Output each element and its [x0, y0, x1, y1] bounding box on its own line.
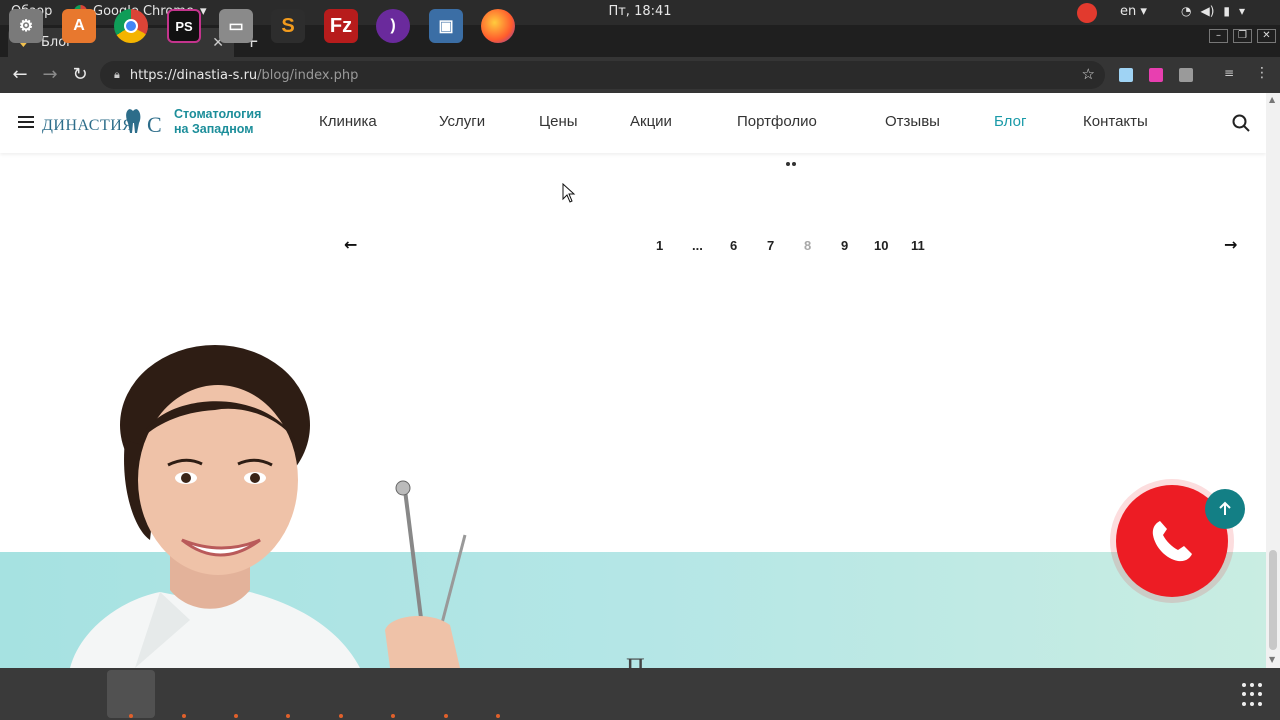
- arrow-up-icon: [1219, 501, 1231, 515]
- url-host: https://dinastia-s.ru: [129, 67, 258, 83]
- address-bar[interactable]: 🔒︎ https://dinastia-s.ru/blog/index.php …: [100, 61, 1105, 89]
- running-indicator: [444, 714, 448, 718]
- taskbar-dock: [0, 668, 1280, 720]
- kebab-menu-icon[interactable]: ⋮: [1255, 65, 1269, 81]
- language-indicator[interactable]: en ▾: [1120, 4, 1147, 19]
- chrome-icon[interactable]: [114, 9, 148, 43]
- lock-icon[interactable]: 🔒︎: [114, 68, 120, 82]
- show-applications-icon[interactable]: [1242, 683, 1266, 707]
- nav-item-services[interactable]: Услуги: [439, 113, 485, 130]
- page-ellipsis: ...: [692, 238, 703, 253]
- page-link[interactable]: 7: [767, 238, 774, 253]
- language-label: en: [1120, 4, 1137, 19]
- nav-item-promotions[interactable]: Акции: [630, 113, 672, 130]
- page-current: 8: [804, 238, 812, 253]
- logo-tagline-line-1: Стоматология: [174, 107, 262, 121]
- extension-icon[interactable]: [1179, 68, 1193, 82]
- page-link[interactable]: 10: [874, 238, 888, 253]
- running-indicator: [286, 714, 290, 718]
- extension-icon[interactable]: [1149, 68, 1163, 82]
- volume-icon: ◀): [1200, 4, 1215, 18]
- extension-menu-icon[interactable]: ≡: [1224, 66, 1238, 80]
- nav-item-portfolio[interactable]: Портфолио: [737, 113, 817, 130]
- back-icon[interactable]: ←: [9, 64, 31, 85]
- virtualbox-icon[interactable]: ▣: [429, 9, 463, 43]
- settings-icon[interactable]: ⚙: [9, 9, 43, 43]
- forward-icon[interactable]: →: [39, 64, 61, 85]
- page-link[interactable]: 1: [656, 238, 663, 253]
- running-indicator: [496, 714, 500, 718]
- software-center-icon[interactable]: A: [62, 9, 96, 43]
- firefox-icon[interactable]: [481, 9, 515, 43]
- reload-icon[interactable]: ↻: [69, 64, 91, 85]
- page-link[interactable]: 6: [730, 238, 737, 253]
- sublime-text-icon[interactable]: S: [271, 9, 305, 43]
- scroll-to-top-button[interactable]: [1205, 489, 1245, 529]
- nav-item-prices[interactable]: Цены: [539, 113, 578, 130]
- bookmark-star-icon[interactable]: ☆: [1082, 65, 1095, 83]
- logo-tagline-line-2: на Западном: [174, 122, 254, 136]
- scrollbar-thumb[interactable]: [1269, 550, 1277, 650]
- page-link[interactable]: 11: [911, 238, 925, 253]
- running-indicator: [339, 714, 343, 718]
- browser-toolbar: ← → ↻ 🔒︎ https://dinastia-s.ru/blog/inde…: [0, 57, 1280, 93]
- logo-tagline[interactable]: Стоматология на Западном: [174, 107, 261, 137]
- scroll-up-arrow-icon[interactable]: ▲: [1269, 95, 1275, 104]
- minimize-window-icon[interactable]: –: [1209, 29, 1228, 43]
- file-manager-icon[interactable]: ▭: [219, 9, 253, 43]
- nav-item-blog[interactable]: Блог: [994, 113, 1026, 130]
- prev-page-arrow-icon[interactable]: ←: [344, 235, 357, 254]
- restore-window-icon[interactable]: ❐: [1233, 29, 1252, 43]
- phpstorm-icon[interactable]: PS: [167, 9, 201, 43]
- tor-browser-icon[interactable]: ): [376, 9, 410, 43]
- running-indicator: [391, 714, 395, 718]
- wifi-icon: ◔: [1181, 4, 1192, 18]
- battery-icon: ▮: [1223, 4, 1231, 18]
- close-window-icon[interactable]: ✕: [1257, 29, 1276, 43]
- running-indicator: [129, 714, 133, 718]
- page-link[interactable]: 9: [841, 238, 848, 253]
- scroll-down-arrow-icon[interactable]: ▼: [1269, 655, 1275, 664]
- banner-heading-fragment: П: [626, 655, 656, 669]
- running-indicator: [182, 714, 186, 718]
- system-tray[interactable]: ◔ ◀) ▮ ▾: [1181, 4, 1245, 18]
- nav-item-contacts[interactable]: Контакты: [1083, 113, 1148, 130]
- dentist-photo: [70, 345, 467, 668]
- running-indicator: [234, 714, 238, 718]
- caret-down-icon: ▾: [1239, 4, 1246, 18]
- dock-active-highlight: [107, 670, 155, 718]
- record-indicator-icon[interactable]: [1077, 3, 1097, 23]
- filezilla-icon[interactable]: Fz: [324, 9, 358, 43]
- slider-dots: [786, 151, 798, 170]
- nav-item-reviews[interactable]: Отзывы: [885, 113, 940, 130]
- url-path: /blog/index.php: [257, 67, 359, 83]
- extension-icon[interactable]: [1119, 68, 1133, 82]
- logo-name[interactable]: ДИНАСТИЯ: [42, 117, 133, 135]
- phone-icon: [1152, 521, 1192, 562]
- logo-letter: C: [147, 112, 162, 137]
- page-scrollbar[interactable]: ▲ ▼: [1266, 93, 1280, 668]
- nav-item-clinic[interactable]: Клиника: [319, 113, 377, 130]
- search-icon[interactable]: [1232, 114, 1250, 132]
- site-header: ДИНАСТИЯ C Стоматология на Западном Клин…: [0, 93, 1266, 153]
- mouse-pointer-icon: [562, 183, 576, 203]
- next-page-arrow-icon[interactable]: →: [1224, 235, 1237, 254]
- hamburger-menu-icon[interactable]: [18, 116, 34, 129]
